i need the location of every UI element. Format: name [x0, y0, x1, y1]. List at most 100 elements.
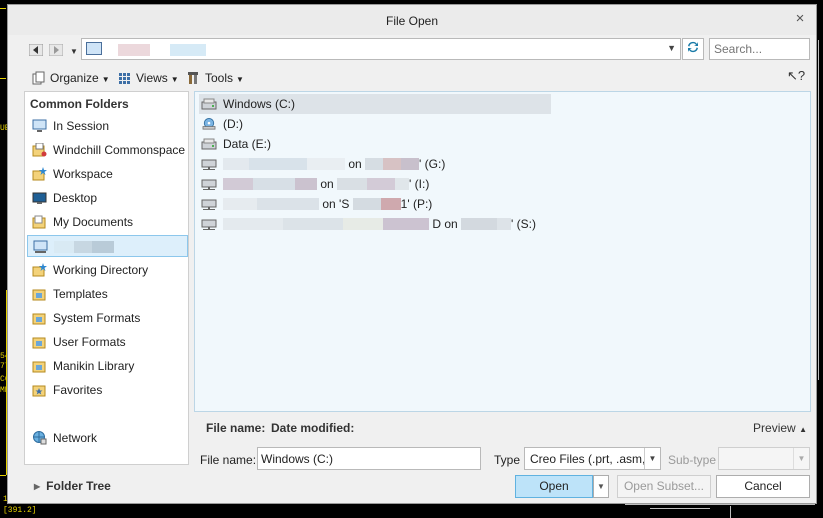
list-item[interactable]: on ' (G:) [199, 154, 445, 174]
chevron-down-icon: ▼ [170, 75, 179, 84]
file-name-suffix: 1' (P:) [400, 197, 433, 211]
refresh-icon [688, 41, 698, 53]
chevron-down-icon: ▼ [644, 448, 660, 469]
back-arrow-icon[interactable] [28, 43, 44, 60]
sidebar-header: Common Folders [30, 97, 129, 111]
common-folders-panel: Common Folders In Session Windchill Comm… [24, 91, 189, 465]
forward-arrow-icon[interactable] [48, 43, 64, 60]
drive-icon [201, 138, 217, 150]
subtype-select: ▼ [718, 447, 810, 470]
sidebar-item-label: Templates [53, 287, 108, 301]
sidebar-item-label: Working Directory [53, 263, 149, 277]
network-drive-icon [201, 199, 217, 210]
file-name: (D:) [223, 117, 243, 131]
chevron-down-icon: ▼ [101, 75, 110, 84]
open-options-dropdown[interactable]: ▼ [593, 475, 609, 498]
file-name-field[interactable] [257, 447, 481, 470]
open-subset-button: Open Subset... [617, 475, 711, 498]
sidebar-item-network[interactable]: Network [27, 427, 188, 449]
tools-label: Tools [205, 71, 234, 85]
sidebar-item-workspace[interactable]: Workspace [27, 163, 188, 185]
list-item[interactable]: on ' (I:) [199, 174, 429, 194]
sidebar-item-computer[interactable] [27, 235, 188, 257]
commonspace-icon [32, 143, 47, 157]
network-drive-icon [201, 159, 217, 170]
subtype-label: Sub-type [668, 453, 717, 467]
sidebar-item-templates[interactable]: Templates [27, 283, 188, 305]
list-item[interactable]: Windows (C:) [199, 94, 551, 114]
tools-menu[interactable]: Tools ▼ [187, 69, 244, 87]
close-button[interactable]: × [792, 11, 808, 27]
search-input[interactable] [709, 38, 810, 60]
sidebar-item-label: User Formats [53, 335, 126, 349]
sidebar-item-label: Windchill Commonspace [53, 143, 186, 157]
monitor-icon [32, 119, 47, 132]
type-select[interactable]: Creo Files (.prt, .asm, . ▼ [524, 447, 661, 470]
list-item[interactable]: D on ' (S:) [199, 214, 536, 234]
list-item[interactable]: on 'S 1' (P:) [199, 194, 432, 214]
sidebar-item-desktop[interactable]: Desktop [27, 187, 188, 209]
sidebar-item-in-session[interactable]: In Session [27, 115, 188, 137]
file-name-on: D on [432, 217, 458, 231]
history-dropdown-icon[interactable]: ▼ [66, 44, 82, 60]
title-bar: File Open × [8, 5, 816, 35]
chevron-down-icon: ▼ [236, 75, 244, 84]
file-name-label: File name: [200, 453, 257, 467]
chevron-down-icon: ▼ [793, 448, 809, 469]
sidebar-item-working-directory[interactable]: Working Directory [27, 259, 188, 281]
sidebar-item-label: Desktop [53, 191, 98, 205]
info-file-name-label: File name: [206, 421, 266, 435]
sidebar-item-manikin-library[interactable]: Manikin Library [27, 355, 188, 377]
views-menu[interactable]: Views ▼ [118, 69, 179, 87]
sidebar-item-label: Workspace [53, 167, 113, 181]
chevron-right-icon: ▶ [34, 482, 41, 491]
sidebar-item-label: System Formats [53, 311, 141, 325]
open-button[interactable]: Open [515, 475, 593, 498]
address-bar[interactable]: ▼ [81, 38, 681, 60]
folder-tree-toggle[interactable]: ▶ Folder Tree [34, 479, 111, 493]
file-name-on: on 'S [322, 197, 350, 211]
chevron-up-icon: ▲ [799, 425, 807, 434]
file-name-suffix: ' (G:) [419, 157, 446, 171]
file-name-on: on [320, 177, 334, 191]
desktop-icon [32, 192, 47, 204]
network-drive-icon [201, 179, 217, 190]
organize-icon [32, 71, 45, 85]
documents-icon [32, 215, 46, 229]
organize-menu[interactable]: Organize ▼ [32, 69, 110, 87]
info-date-modified-label: Date modified: [271, 421, 355, 435]
sidebar-item-label: In Session [53, 119, 110, 133]
views-label: Views [136, 71, 168, 85]
type-value: Creo Files (.prt, .asm, . [530, 452, 653, 466]
file-name-suffix: ' (I:) [409, 177, 430, 191]
type-label: Type [494, 453, 521, 467]
list-item[interactable]: (D:) [199, 114, 243, 134]
file-open-dialog: File Open × ▼ ▼ Organize▼ Views▼ Tools▼ … [7, 4, 817, 504]
drive-icon [201, 98, 217, 110]
folder-icon [32, 361, 46, 373]
sidebar-item-favorites[interactable]: Favorites [27, 379, 188, 401]
folder-tree-label: Folder Tree [46, 479, 111, 493]
sidebar-item-label: Favorites [53, 383, 103, 397]
window-title: File Open [385, 14, 439, 28]
chevron-down-icon[interactable]: ▼ [667, 43, 676, 53]
file-name: Windows (C:) [223, 97, 296, 111]
file-info-bar: File name: Date modified: Preview ▲ [194, 414, 811, 440]
favorites-icon [32, 385, 46, 397]
context-help-icon[interactable]: ↖? [787, 68, 805, 84]
sidebar-item-my-documents[interactable]: My Documents [27, 211, 188, 233]
computer-icon [86, 42, 102, 55]
refresh-button[interactable] [682, 38, 704, 60]
file-name-suffix: ' (S:) [511, 217, 537, 231]
sidebar-item-system-formats[interactable]: System Formats [27, 307, 188, 329]
preview-toggle[interactable]: Preview ▲ [753, 421, 807, 435]
sidebar-item-label: Manikin Library [53, 359, 135, 373]
sidebar-item-user-formats[interactable]: User Formats [27, 331, 188, 353]
sidebar-item-windchill-commonspace[interactable]: Windchill Commonspace [27, 139, 188, 161]
folder-icon [32, 337, 46, 349]
network-icon [33, 431, 47, 445]
cancel-button[interactable]: Cancel [716, 475, 810, 498]
file-name: Data (E:) [223, 137, 272, 151]
list-item[interactable]: Data (E:) [199, 134, 271, 154]
folder-icon [32, 313, 46, 325]
